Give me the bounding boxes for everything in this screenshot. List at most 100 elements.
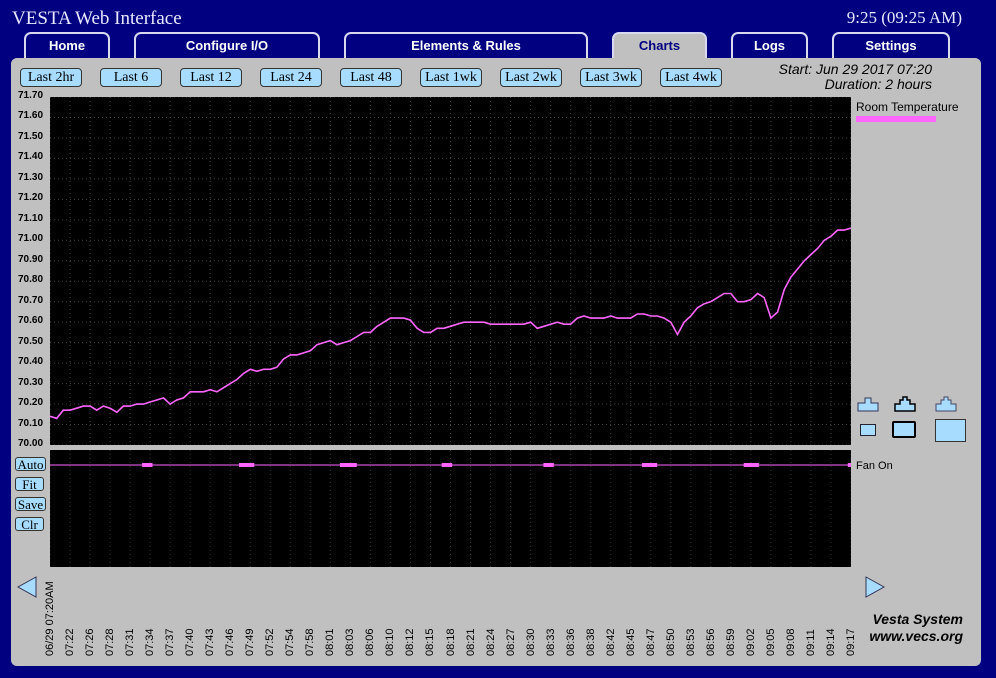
range-last-1wk-button[interactable]: Last 1wk bbox=[420, 68, 482, 87]
y-tick-label: 70.50 bbox=[18, 335, 44, 347]
x-tick-label: 08:42 bbox=[604, 628, 617, 656]
y-tick-label: 71.00 bbox=[18, 233, 44, 245]
app-title: VESTA Web Interface bbox=[12, 8, 182, 29]
clock: 9:25 (09:25 AM) bbox=[846, 8, 962, 27]
y-tick-label: 70.40 bbox=[18, 356, 44, 368]
tab-settings[interactable]: Settings bbox=[832, 32, 950, 58]
y-tick-label: 71.30 bbox=[18, 171, 44, 183]
fan-on-segment bbox=[847, 463, 851, 467]
x-tick-label: 07:58 bbox=[304, 628, 317, 656]
auto-button[interactable]: Auto bbox=[15, 457, 46, 471]
footer-website: www.vecs.org bbox=[869, 628, 963, 644]
tab-elements-rules[interactable]: Elements & Rules bbox=[344, 32, 588, 58]
scroll-right-icon[interactable] bbox=[864, 575, 886, 599]
legend-label-fan-on: Fan On bbox=[856, 460, 893, 472]
y-tick-label: 71.60 bbox=[18, 110, 44, 122]
y-tick-label: 70.10 bbox=[18, 417, 44, 429]
y-tick-label: 70.00 bbox=[18, 438, 44, 449]
range-last-2wk-button[interactable]: Last 2wk bbox=[500, 68, 562, 87]
range-last-24-button[interactable]: Last 24 bbox=[260, 68, 322, 87]
legend-label-room-temperature: Room Temperature bbox=[856, 100, 959, 114]
x-tick-label: 07:22 bbox=[64, 628, 77, 656]
x-tick-label: 08:53 bbox=[684, 628, 697, 656]
x-tick-label: 08:10 bbox=[384, 628, 397, 656]
x-tick-label: 07:34 bbox=[144, 628, 157, 656]
y-tick-label: 70.60 bbox=[18, 315, 44, 327]
x-tick-label: 07:46 bbox=[224, 628, 237, 656]
x-tick-label: 07:26 bbox=[84, 628, 97, 656]
x-tick-label: 08:50 bbox=[664, 628, 677, 656]
fan-on-segment bbox=[239, 463, 255, 467]
x-tick-label: 09:11 bbox=[804, 629, 817, 656]
save-button[interactable]: Save bbox=[15, 497, 46, 511]
y-tick-label: 70.80 bbox=[18, 274, 44, 286]
size-medium-icon[interactable] bbox=[892, 421, 916, 438]
fan-on-segment bbox=[743, 463, 759, 467]
x-tick-label: 09:17 bbox=[845, 628, 857, 656]
x-tick-label: 09:02 bbox=[744, 628, 757, 656]
x-tick-label: 08:24 bbox=[484, 628, 497, 656]
x-tick-label: 07:40 bbox=[184, 628, 197, 656]
x-tick-label: 07:54 bbox=[284, 628, 297, 656]
x-tick-label: 08:33 bbox=[544, 628, 557, 656]
y-tick-label: 70.90 bbox=[18, 253, 44, 265]
x-tick-label: 07:31 bbox=[124, 628, 137, 656]
range-last-6-button[interactable]: Last 6 bbox=[100, 68, 162, 87]
range-last-3wk-button[interactable]: Last 3wk bbox=[580, 68, 642, 87]
zoom-small-icon[interactable] bbox=[856, 397, 880, 413]
zoom-large-icon[interactable] bbox=[934, 396, 958, 413]
x-tick-label: 08:12 bbox=[404, 628, 417, 656]
start-text: Start: Jun 29 2017 07:20 bbox=[778, 61, 932, 77]
x-tick-label: 08:27 bbox=[504, 628, 517, 656]
x-tick-label: 08:18 bbox=[444, 628, 457, 656]
fan-on-segment bbox=[441, 463, 453, 467]
x-tick-label: 08:01 bbox=[324, 628, 337, 656]
x-tick-label: 07:49 bbox=[244, 628, 257, 656]
x-tick-label: 08:15 bbox=[424, 628, 437, 656]
x-tick-label: 08:56 bbox=[704, 628, 717, 656]
fan-on-plot bbox=[50, 450, 851, 567]
footer-system-name: Vesta System bbox=[872, 611, 963, 627]
x-tick-label: 07:28 bbox=[104, 628, 117, 656]
size-small-icon[interactable] bbox=[860, 424, 876, 436]
temperature-plot bbox=[50, 97, 851, 445]
size-large-icon[interactable] bbox=[935, 419, 966, 442]
y-tick-label: 71.50 bbox=[18, 130, 44, 142]
tab-charts[interactable]: Charts bbox=[612, 32, 707, 60]
x-tick-label: 08:59 bbox=[724, 628, 737, 656]
fan-on-segment bbox=[339, 463, 357, 467]
x-tick-label: 09:05 bbox=[764, 628, 777, 656]
zoom-medium-icon[interactable] bbox=[893, 396, 917, 413]
x-tick-label: 09:14 bbox=[824, 628, 837, 656]
tab-logs[interactable]: Logs bbox=[731, 32, 808, 58]
x-tick-label: 08:03 bbox=[344, 628, 357, 656]
x-tick-label: 07:43 bbox=[204, 628, 217, 656]
scroll-left-icon[interactable] bbox=[16, 575, 38, 599]
fan-on-segment bbox=[543, 463, 554, 467]
x-tick-label: 08:36 bbox=[564, 628, 577, 656]
range-last-4wk-button[interactable]: Last 4wk bbox=[660, 68, 722, 87]
chart-time-info: Start: Jun 29 2017 07:20 Duration: 2 hou… bbox=[779, 62, 932, 92]
legend-swatch-room-temperature bbox=[856, 116, 936, 122]
range-last-48-button[interactable]: Last 48 bbox=[340, 68, 402, 87]
range-last-2hr-button[interactable]: Last 2hr bbox=[20, 68, 82, 87]
tab-configure-io[interactable]: Configure I/O bbox=[134, 32, 320, 58]
x-tick-label: 08:38 bbox=[584, 628, 597, 656]
fan-on-segment bbox=[641, 463, 658, 467]
duration-text: Duration: 2 hours bbox=[824, 76, 932, 92]
x-tick-label: 08:47 bbox=[644, 628, 657, 656]
clear-button[interactable]: Clr bbox=[15, 517, 44, 531]
x-tick-label: 07:52 bbox=[264, 628, 277, 656]
range-last-12-button[interactable]: Last 12 bbox=[180, 68, 242, 87]
x-tick-label: 07:37 bbox=[164, 628, 177, 656]
x-tick-label: 08:06 bbox=[364, 628, 377, 656]
tab-home[interactable]: Home bbox=[24, 32, 110, 58]
y-tick-label: 70.20 bbox=[18, 397, 44, 409]
fit-button[interactable]: Fit bbox=[15, 477, 44, 491]
y-tick-label: 70.30 bbox=[18, 376, 44, 388]
x-tick-label: 06/29 07:20AM bbox=[44, 581, 56, 656]
y-tick-label: 71.40 bbox=[18, 151, 44, 163]
y-tick-label: 71.20 bbox=[18, 192, 44, 204]
x-tick-label: 08:30 bbox=[524, 628, 537, 656]
y-tick-label: 70.70 bbox=[18, 294, 44, 306]
